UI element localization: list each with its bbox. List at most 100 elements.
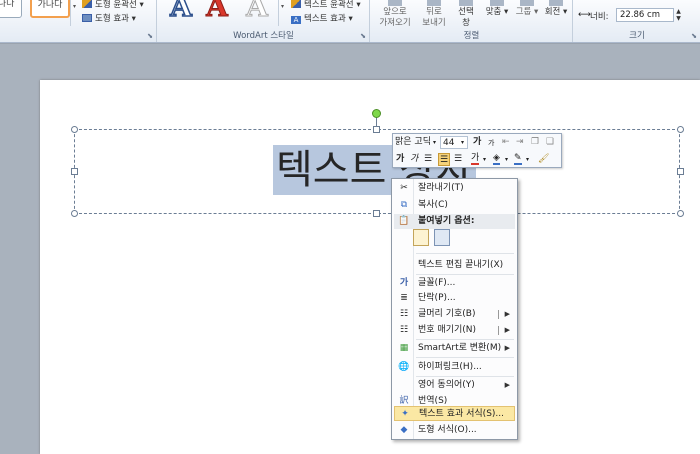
bring-forward-icon bbox=[388, 0, 402, 6]
fill-color-icon[interactable]: ◈ bbox=[493, 152, 500, 165]
shape-effects-button[interactable]: 도형 효과 ▾ bbox=[82, 12, 136, 24]
smartart-icon: ▦ bbox=[399, 343, 409, 353]
selection-pane-icon bbox=[459, 0, 473, 6]
format-painter-icon[interactable]: 🖌 bbox=[538, 153, 549, 166]
menu-item-font[interactable]: 가 글꼴(F)... bbox=[394, 276, 515, 291]
paste-icon: 📋 bbox=[398, 216, 410, 226]
menu-item-numbering[interactable]: ☷ 번호 매기기(N) ▶ bbox=[394, 323, 515, 338]
dialog-launcher-icon[interactable]: ⬊ bbox=[691, 32, 697, 40]
dialog-launcher-icon[interactable]: ⬊ bbox=[360, 32, 366, 40]
bring-to-front-icon[interactable]: ❐ bbox=[531, 136, 539, 149]
menu-item-format-shape[interactable]: ◆ 도형 서식(O)... bbox=[394, 423, 515, 438]
shape-style-sample[interactable]: 가나다 bbox=[0, 0, 22, 18]
font-icon: 가 bbox=[399, 278, 409, 288]
align-right-icon[interactable]: ☰ bbox=[454, 153, 462, 166]
font-color-arrow-icon[interactable]: ▾ bbox=[483, 153, 486, 166]
width-icon: ⟷ bbox=[578, 10, 591, 20]
submenu-arrow-icon[interactable]: ▶ bbox=[505, 323, 510, 338]
send-backward-icon bbox=[427, 0, 441, 6]
grow-font-button[interactable]: 가 bbox=[473, 136, 481, 149]
resize-handle-top[interactable] bbox=[373, 126, 380, 133]
gallery-scroll[interactable]: ▾ bbox=[278, 0, 286, 26]
menu-separator bbox=[416, 274, 514, 275]
menu-item-copy[interactable]: ⧉ 복사(C) bbox=[394, 198, 515, 213]
menu-item-paste-options: 📋 붙여넣기 옵션: bbox=[394, 214, 515, 229]
resize-handle-top-right[interactable] bbox=[677, 126, 684, 133]
align-center-icon[interactable]: ☰ bbox=[438, 153, 451, 166]
wordart-style-blue[interactable]: A bbox=[166, 0, 196, 22]
submenu-arrow-icon[interactable]: ▶ bbox=[505, 378, 510, 393]
line-color-arrow-icon[interactable]: ▾ bbox=[526, 153, 529, 166]
menu-item-format-text-effects[interactable]: ✦ 텍스트 효과 서식(S)... bbox=[394, 406, 515, 421]
align-icon bbox=[490, 0, 504, 6]
group-label: 정렬 bbox=[463, 31, 480, 41]
font-size-arrow-icon[interactable]: ▾ bbox=[461, 136, 464, 149]
bold-button[interactable]: 가 bbox=[396, 153, 404, 166]
mini-toolbar: 맑은 고딕 ▾ 44 ▾ 가 가 ⇤ ⇥ ❐ ❏ 가 가 ☰ ☰ ☰ 가 ▾ ◈… bbox=[392, 133, 562, 168]
menu-separator bbox=[416, 339, 514, 340]
width-spinner[interactable]: ▲ ▼ bbox=[674, 8, 683, 22]
paste-keep-format-icon[interactable] bbox=[413, 229, 429, 246]
menu-item-paragraph[interactable]: ≣ 단락(P)... bbox=[394, 291, 515, 306]
shape-style-sample[interactable]: 가나다 bbox=[30, 0, 70, 18]
resize-handle-right[interactable] bbox=[677, 168, 684, 175]
group-button[interactable]: 그룹 ▾ bbox=[513, 0, 541, 18]
text-effects-icon: A bbox=[291, 16, 301, 24]
numbering-icon: ☷ bbox=[399, 325, 409, 335]
resize-handle-bottom-left[interactable] bbox=[71, 210, 78, 217]
font-name-arrow-icon[interactable]: ▾ bbox=[433, 136, 436, 149]
increase-indent-icon[interactable]: ⇥ bbox=[516, 136, 524, 149]
font-name-dropdown[interactable]: 맑은 고딕 bbox=[395, 136, 437, 149]
gallery-scroll[interactable]: ▾ bbox=[70, 0, 78, 26]
send-backward-button[interactable]: 뒤로 보내기 bbox=[415, 0, 453, 29]
text-box-selection[interactable] bbox=[74, 129, 680, 214]
format-shape-icon: ◆ bbox=[400, 425, 408, 435]
resize-handle-bottom-right[interactable] bbox=[677, 210, 684, 217]
line-color-icon[interactable]: ✎ bbox=[514, 152, 522, 165]
text-effects-button[interactable]: A 텍스트 효과 ▾ bbox=[291, 12, 353, 24]
menu-item-cut[interactable]: ✂ 잘라내기(T) bbox=[394, 181, 515, 196]
menu-separator bbox=[416, 253, 514, 254]
text-outline-button[interactable]: 텍스트 윤곽선 ▾ bbox=[291, 0, 361, 10]
submenu-arrow-icon[interactable]: ▶ bbox=[505, 307, 510, 322]
wordart-style-plain[interactable]: A bbox=[242, 0, 272, 22]
rotate-icon bbox=[549, 0, 563, 6]
menu-separator bbox=[416, 357, 514, 358]
resize-handle-bottom[interactable] bbox=[373, 210, 380, 217]
send-to-back-icon[interactable]: ❏ bbox=[546, 136, 554, 149]
split-divider bbox=[498, 326, 499, 335]
menu-item-synonyms[interactable]: 영어 동의어(Y) ▶ bbox=[394, 378, 515, 393]
resize-handle-left[interactable] bbox=[71, 168, 78, 175]
shape-styles-group: 가나다 가나다 ▾ 도형 윤곽선 ▾ 도형 효과 ▾ ⬊ bbox=[0, 0, 157, 42]
paste-picture-icon[interactable] bbox=[434, 229, 450, 246]
dialog-launcher-icon[interactable]: ⬊ bbox=[147, 32, 153, 40]
ribbon: 가나다 가나다 ▾ 도형 윤곽선 ▾ 도형 효과 ▾ ⬊ A A A ▾ 텍스트… bbox=[0, 0, 700, 43]
fill-color-arrow-icon[interactable]: ▾ bbox=[505, 153, 508, 166]
paragraph-icon: ≣ bbox=[400, 293, 408, 303]
wordart-style-red[interactable]: A bbox=[202, 0, 232, 22]
selection-pane-button[interactable]: 선택 창 bbox=[453, 0, 479, 29]
shape-effects-icon bbox=[82, 14, 92, 22]
resize-handle-top-left[interactable] bbox=[71, 126, 78, 133]
shrink-font-button[interactable]: 가 bbox=[488, 137, 494, 150]
context-menu: ✂ 잘라내기(T) ⧉ 복사(C) 📋 붙여넣기 옵션: 텍스트 편집 끝내기(… bbox=[391, 178, 518, 440]
italic-button[interactable]: 가 bbox=[410, 153, 418, 166]
menu-item-hyperlink[interactable]: 🌐 하이퍼링크(H)... bbox=[394, 360, 515, 375]
width-field[interactable]: 22.86 cm bbox=[616, 8, 674, 22]
rotate-button[interactable]: 회전 ▾ bbox=[543, 0, 569, 18]
decrease-indent-icon[interactable]: ⇤ bbox=[502, 136, 510, 149]
shape-outline-button[interactable]: 도형 윤곽선 ▾ bbox=[82, 0, 144, 10]
group-icon bbox=[520, 0, 534, 6]
align-button[interactable]: 맞춤 ▾ bbox=[483, 0, 511, 18]
menu-item-exit-edit[interactable]: 텍스트 편집 끝내기(X) bbox=[394, 258, 515, 273]
hyperlink-icon: 🌐 bbox=[398, 362, 410, 372]
menu-item-bullets[interactable]: ☷ 글머리 기호(B) ▶ bbox=[394, 307, 515, 322]
bring-forward-button[interactable]: 앞으로 가져오기 bbox=[377, 0, 413, 29]
rotate-handle[interactable] bbox=[372, 109, 381, 118]
text-effects-icon: ✦ bbox=[401, 409, 409, 419]
copy-icon: ⧉ bbox=[400, 200, 408, 210]
font-color-button[interactable]: 가 bbox=[471, 152, 480, 165]
submenu-arrow-icon[interactable]: ▶ bbox=[505, 341, 510, 356]
menu-item-smartart[interactable]: ▦ SmartArt로 변환(M) ▶ bbox=[394, 341, 515, 356]
align-left-icon[interactable]: ☰ bbox=[424, 153, 432, 166]
